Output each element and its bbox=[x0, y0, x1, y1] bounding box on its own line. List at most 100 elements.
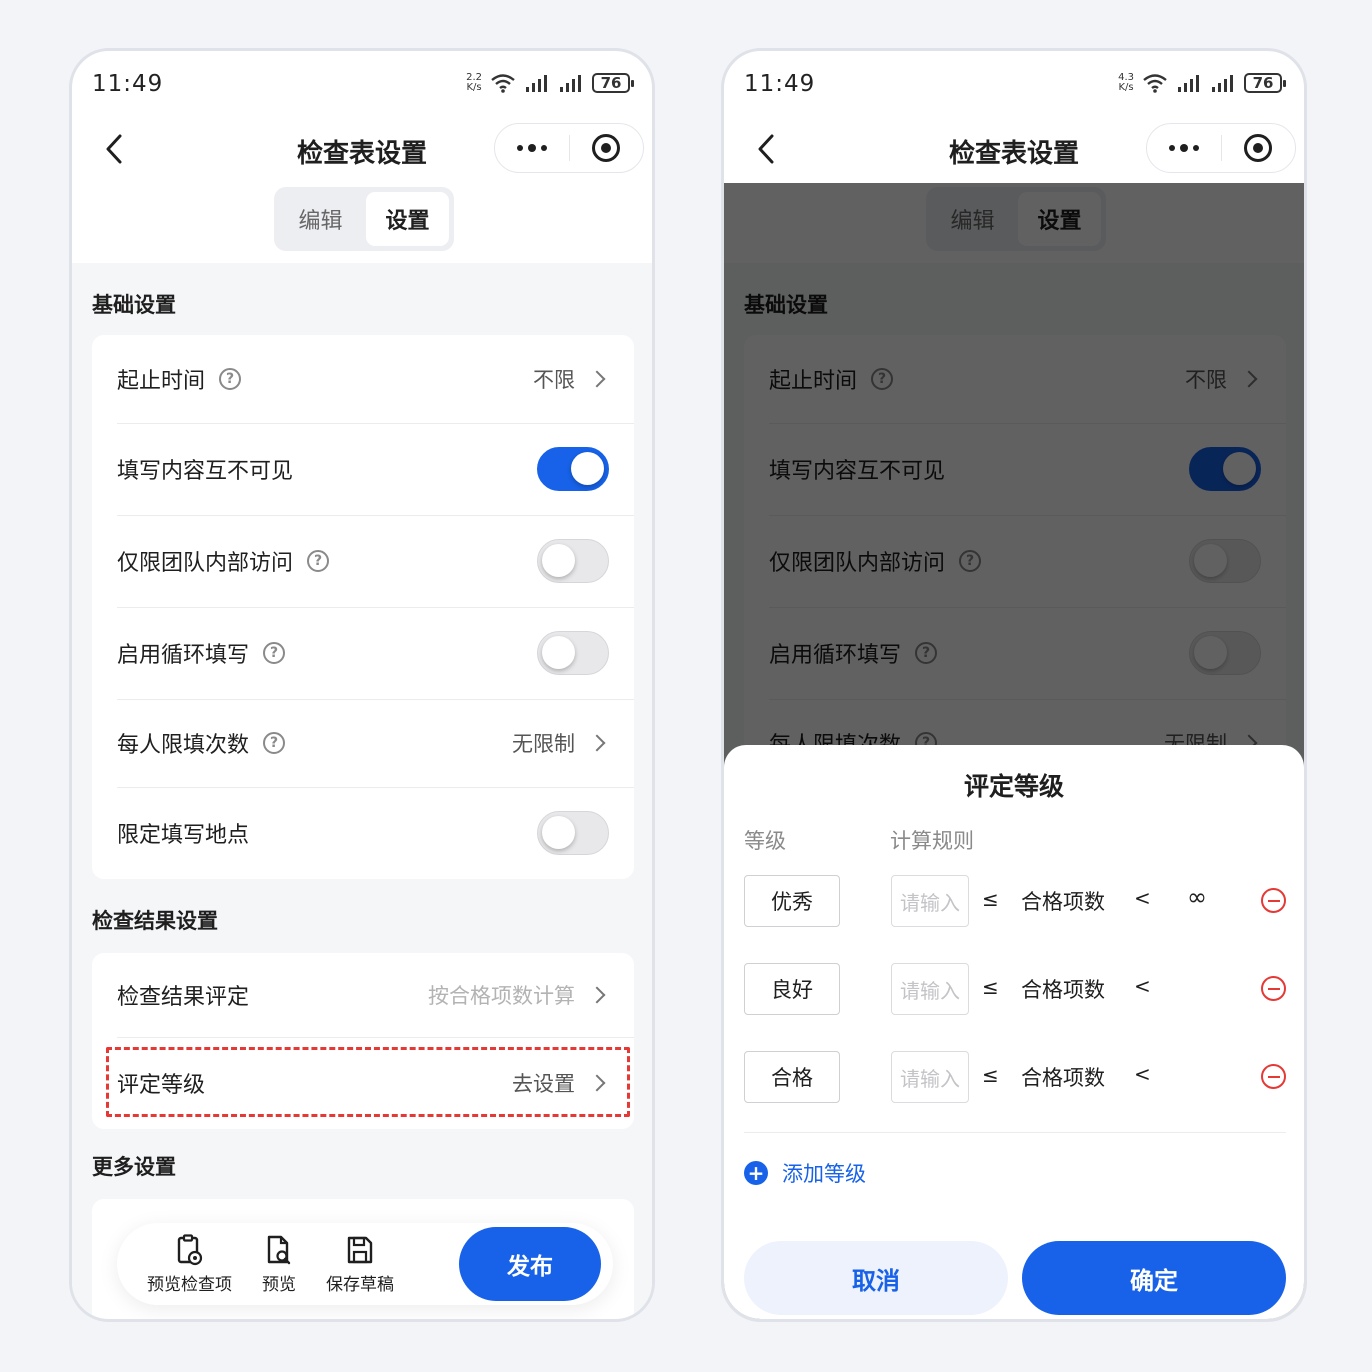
network-speed: 2.2 K/s bbox=[466, 73, 482, 93]
mini-program-capsule bbox=[494, 123, 644, 173]
confirm-button[interactable]: 确定 bbox=[1022, 1241, 1286, 1315]
upper-bound-infinity: ∞ bbox=[1187, 883, 1207, 911]
status-icons: 4.3 K/s 76 bbox=[1118, 73, 1286, 93]
row-label: 仅限团队内部访问 bbox=[117, 551, 294, 576]
grade-row: 合格 请输入 ≤ 合格项数 < bbox=[744, 1051, 1286, 1103]
row-value: 按合格项数计算 bbox=[428, 984, 575, 1008]
close-target-icon[interactable] bbox=[570, 134, 644, 162]
status-bar: 11:49 2.2 K/s 76 bbox=[72, 51, 652, 121]
wifi-icon bbox=[491, 74, 515, 93]
le-symbol: ≤ bbox=[982, 887, 999, 911]
save-draft-button[interactable]: 保存草稿 bbox=[326, 1234, 394, 1295]
lt-symbol: < bbox=[1134, 974, 1151, 998]
cancel-button[interactable]: 取消 bbox=[744, 1241, 1008, 1315]
highlight-dashed-box bbox=[106, 1047, 630, 1117]
row-limit-times[interactable]: 每人限填次数 ? 无限制 bbox=[92, 699, 634, 787]
row-value: 无限制 bbox=[512, 732, 575, 756]
toggle-team-only[interactable] bbox=[537, 539, 609, 583]
le-symbol: ≤ bbox=[982, 975, 999, 999]
clipboard-eye-icon bbox=[177, 1233, 202, 1265]
grade-name-input[interactable]: 合格 bbox=[744, 1051, 840, 1103]
column-header-rule: 计算规则 bbox=[890, 829, 974, 853]
plus-circle-icon: + bbox=[744, 1161, 768, 1185]
battery-icon: 76 bbox=[592, 73, 634, 93]
row-invisible: 填写内容互不可见 bbox=[92, 423, 634, 515]
network-speed-unit: K/s bbox=[1118, 82, 1134, 93]
divider bbox=[744, 1132, 1286, 1133]
phone-screen-level-sheet: 11:49 4.3 K/s 76 检查表设置 编辑 设置 基础设置 起止时间 bbox=[721, 48, 1307, 1322]
mode-segmented-control: 编辑 设置 bbox=[274, 187, 454, 251]
tab-settings[interactable]: 设置 bbox=[366, 192, 449, 246]
grade-name-input[interactable]: 良好 bbox=[744, 963, 840, 1015]
section-title-more: 更多设置 bbox=[92, 1155, 176, 1179]
close-target-icon[interactable] bbox=[1222, 134, 1296, 162]
tool-label: 预览 bbox=[262, 1274, 296, 1295]
network-speed: 4.3 K/s bbox=[1118, 73, 1134, 93]
mini-program-capsule bbox=[1146, 123, 1296, 173]
signal-icon bbox=[1178, 75, 1199, 92]
help-icon[interactable]: ? bbox=[263, 642, 286, 664]
section-title-basic: 基础设置 bbox=[92, 293, 176, 317]
threshold-input[interactable]: 请输入 bbox=[891, 875, 969, 927]
help-icon[interactable]: ? bbox=[263, 732, 286, 754]
chevron-right-icon bbox=[588, 986, 606, 1004]
row-cycle-fill: 启用循环填写 ? bbox=[92, 607, 634, 699]
save-icon bbox=[347, 1236, 373, 1263]
tool-label: 预览检查项 bbox=[147, 1274, 232, 1295]
threshold-input[interactable]: 请输入 bbox=[891, 1051, 969, 1103]
row-label: 填写内容互不可见 bbox=[117, 459, 294, 484]
chevron-right-icon bbox=[588, 734, 606, 752]
signal-icon-2 bbox=[1212, 75, 1233, 92]
remove-level-icon[interactable] bbox=[1261, 1064, 1286, 1089]
row-result-evaluation[interactable]: 检查结果评定 按合格项数计算 bbox=[92, 953, 634, 1037]
phone-screen-settings: 11:49 2.2 K/s 76 检查表设置 编辑 设置 基础设置 起止时间 ?… bbox=[69, 48, 655, 1322]
remove-level-icon[interactable] bbox=[1261, 888, 1286, 913]
level-bottom-sheet: 评定等级 等级 计算规则 优秀 请输入 ≤ 合格项数 < ∞ 良好 请输入 ≤ … bbox=[724, 745, 1304, 1319]
add-level-button[interactable]: + 添加等级 bbox=[744, 1158, 866, 1188]
wifi-icon bbox=[1143, 74, 1167, 93]
settings-content: 基础设置 起止时间 ? 不限 填写内容互不可见 仅限团队内部访问 ? 启用循环填… bbox=[72, 263, 652, 1319]
grade-name-input[interactable]: 优秀 bbox=[744, 875, 840, 927]
bottom-toolbar: 预览检查项 预览 保存草稿 发布 bbox=[117, 1223, 613, 1305]
row-label: 检查结果评定 bbox=[117, 985, 250, 1010]
metric-label: 合格项数 bbox=[1021, 890, 1105, 914]
preview-button[interactable]: 预览 bbox=[262, 1234, 296, 1295]
toggle-location[interactable] bbox=[537, 811, 609, 855]
row-start-end-time[interactable]: 起止时间 ? 不限 bbox=[92, 335, 634, 423]
more-icon[interactable] bbox=[495, 144, 569, 152]
tool-label: 保存草稿 bbox=[326, 1274, 394, 1295]
publish-button[interactable]: 发布 bbox=[459, 1227, 601, 1301]
sheet-title: 评定等级 bbox=[963, 772, 1064, 801]
tab-edit[interactable]: 编辑 bbox=[279, 192, 362, 246]
grade-row: 优秀 请输入 ≤ 合格项数 < ∞ bbox=[744, 875, 1286, 927]
column-header-level: 等级 bbox=[744, 829, 786, 853]
lt-symbol: < bbox=[1134, 886, 1151, 910]
status-time: 11:49 bbox=[92, 71, 164, 97]
toggle-invisible[interactable] bbox=[537, 447, 609, 491]
more-icon[interactable] bbox=[1147, 144, 1221, 152]
le-symbol: ≤ bbox=[982, 1063, 999, 1087]
help-icon[interactable]: ? bbox=[219, 368, 242, 390]
threshold-input[interactable]: 请输入 bbox=[891, 963, 969, 1015]
file-search-icon bbox=[267, 1235, 291, 1264]
add-level-label: 添加等级 bbox=[782, 1162, 866, 1186]
basic-settings-card: 起止时间 ? 不限 填写内容互不可见 仅限团队内部访问 ? 启用循环填写 ? 每… bbox=[92, 335, 634, 879]
preview-checklist-button[interactable]: 预览检查项 bbox=[147, 1233, 232, 1295]
row-label: 启用循环填写 bbox=[117, 643, 250, 668]
row-team-only: 仅限团队内部访问 ? bbox=[92, 515, 634, 607]
metric-label: 合格项数 bbox=[1021, 978, 1105, 1002]
row-label: 起止时间 bbox=[117, 369, 206, 394]
signal-icon bbox=[526, 75, 547, 92]
section-title-result: 检查结果设置 bbox=[92, 909, 218, 933]
status-icons: 2.2 K/s 76 bbox=[466, 73, 634, 93]
help-icon[interactable]: ? bbox=[307, 550, 330, 572]
row-value: 不限 bbox=[533, 368, 575, 392]
row-label: 每人限填次数 bbox=[117, 733, 250, 758]
remove-level-icon[interactable] bbox=[1261, 976, 1286, 1001]
status-bar: 11:49 4.3 K/s 76 bbox=[724, 51, 1304, 121]
metric-label: 合格项数 bbox=[1021, 1066, 1105, 1090]
grade-row: 良好 请输入 ≤ 合格项数 < bbox=[744, 963, 1286, 1015]
toggle-cycle-fill[interactable] bbox=[537, 631, 609, 675]
battery-icon: 76 bbox=[1244, 73, 1286, 93]
lt-symbol: < bbox=[1134, 1062, 1151, 1086]
